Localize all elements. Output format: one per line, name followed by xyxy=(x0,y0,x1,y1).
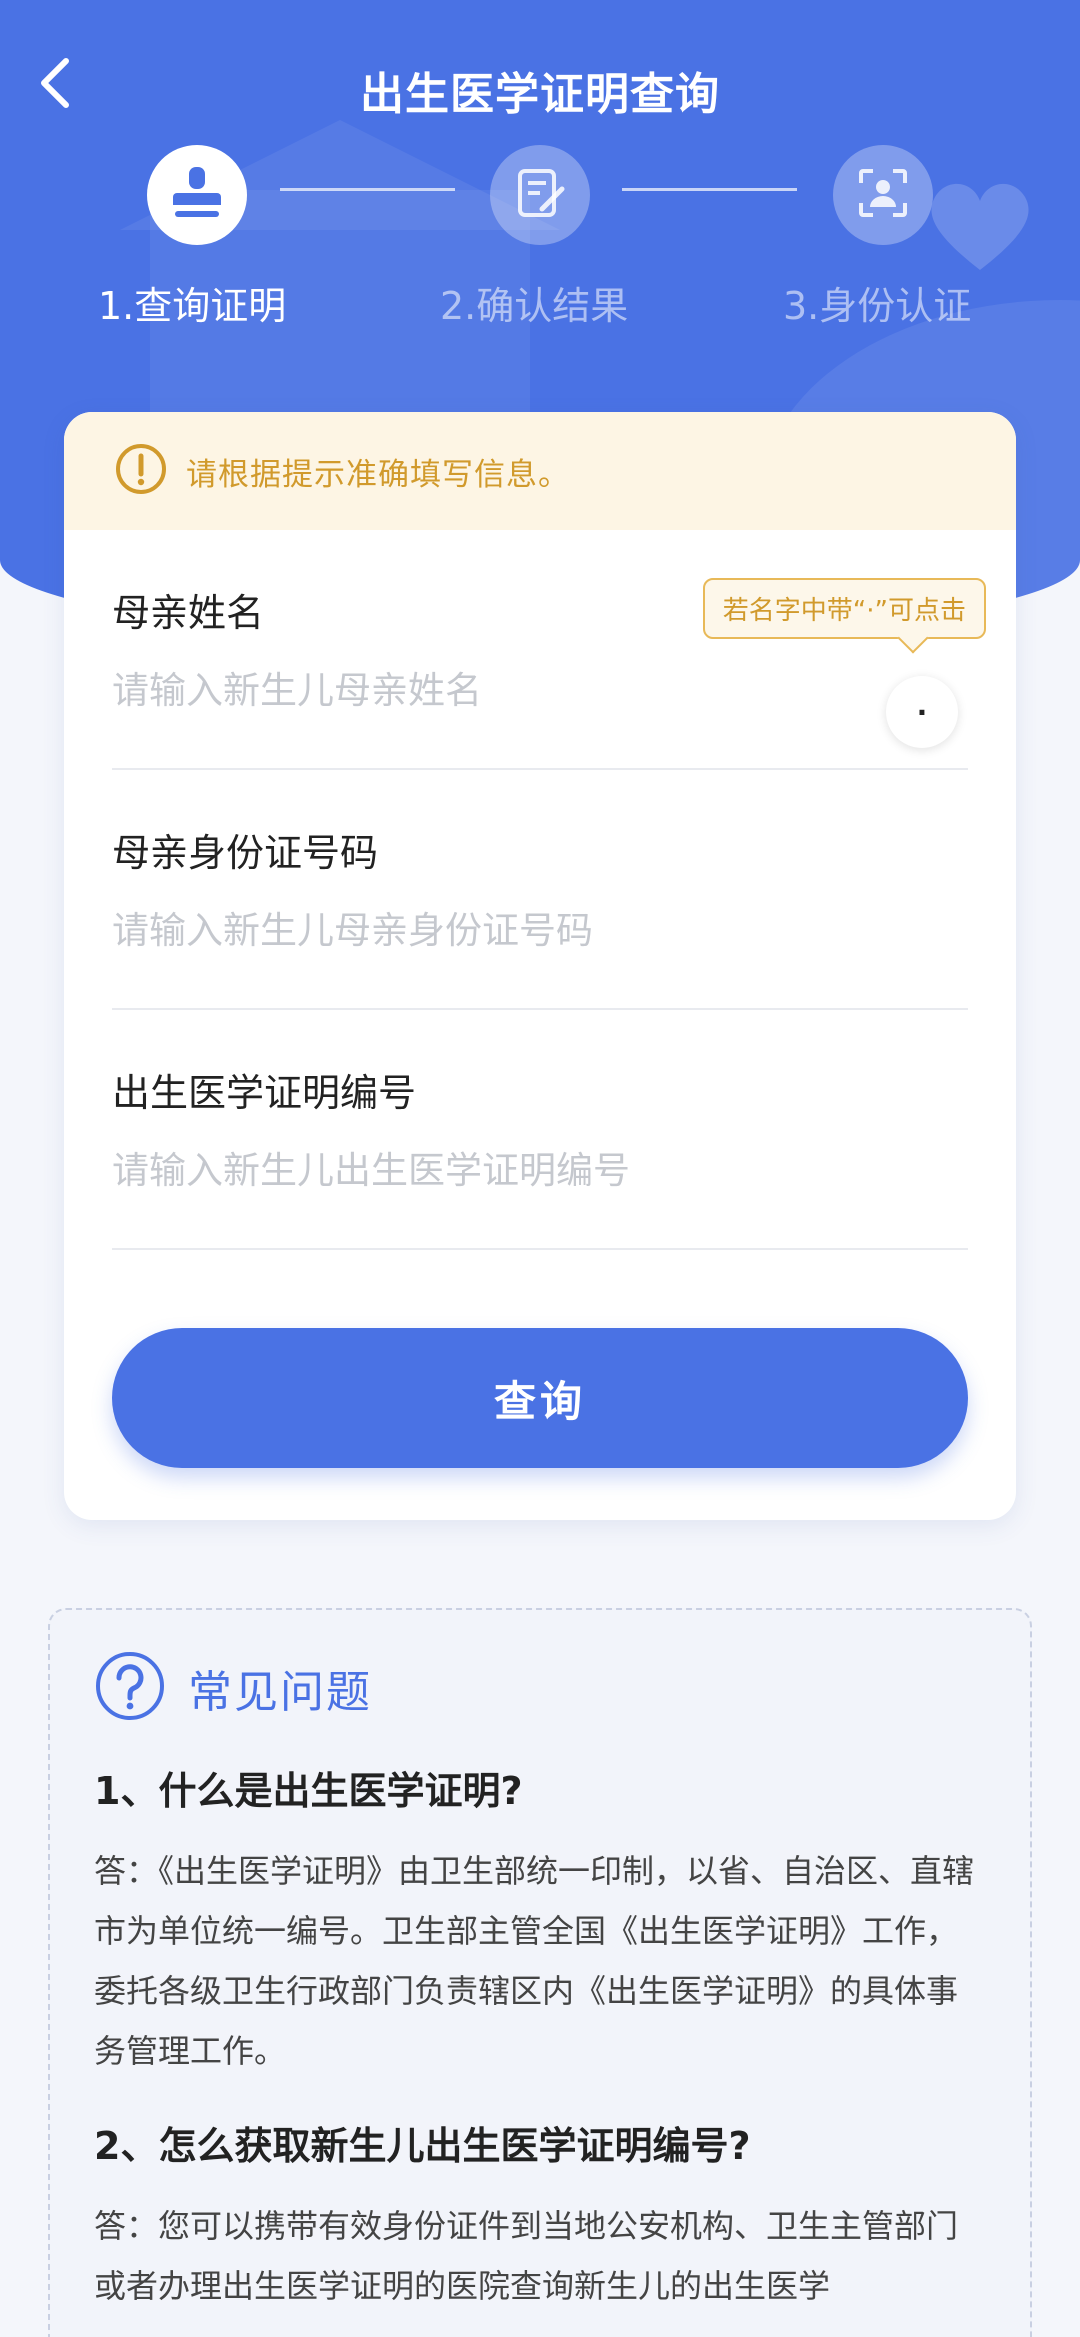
mother-name-input[interactable] xyxy=(112,660,792,720)
steps-indicator: 1.查询证明 2.确认结果 3.身份认证 xyxy=(0,145,1080,345)
step-connector-2 xyxy=(622,188,797,191)
step-3-circle xyxy=(833,145,933,245)
step-2-circle xyxy=(490,145,590,245)
step-2-label: 2.确认结果 xyxy=(440,284,629,328)
faq-answer: 答：您可以携带有效身份证件到当地公安机构、卫生主管部门或者办理出生医学证明的医院… xyxy=(94,2207,959,2305)
notice-text: 请根据提示准确填写信息。 xyxy=(186,456,570,493)
step-connector-1 xyxy=(280,188,455,191)
step-3-label: 3.身份认证 xyxy=(783,284,972,328)
faq-question: 1、什么是出生医学证明? xyxy=(94,1769,523,1813)
mother-id-label: 母亲身份证号码 xyxy=(112,831,379,875)
certificate-number-label: 出生医学证明编号 xyxy=(112,1071,417,1115)
mother-id-input[interactable] xyxy=(112,900,872,960)
notice-bar: 请根据提示准确填写信息。 xyxy=(64,412,1016,530)
mother-name-field: 母亲姓名 xyxy=(112,530,968,770)
stamp-icon xyxy=(167,163,227,227)
name-dot-tip: 若名字中带“·”可点击 xyxy=(702,578,986,639)
faq-card: 常见问题 1、什么是出生医学证明? 答：《出生医学证明》由卫生部统一印制，以省、… xyxy=(48,1608,1032,2337)
question-circle-icon xyxy=(94,1650,166,1726)
edit-document-icon xyxy=(512,165,568,225)
mother-id-field: 母亲身份证号码 xyxy=(112,770,968,1010)
query-button[interactable]: 查询 xyxy=(112,1328,968,1468)
step-1-circle xyxy=(147,145,247,245)
faq-question: 2、怎么获取新生儿出生医学证明编号? xyxy=(94,2124,751,2168)
faq-answer: 答：《出生医学证明》由卫生部统一印制，以省、自治区、直辖市为单位统一编号。卫生部… xyxy=(94,1852,975,2070)
step-1-label: 1.查询证明 xyxy=(98,284,287,328)
faq-header: 常见问题 xyxy=(94,1650,986,1726)
certificate-number-field: 出生医学证明编号 xyxy=(112,1010,968,1250)
exclamation-circle-icon xyxy=(114,442,168,500)
faq-title: 常见问题 xyxy=(188,1667,372,1718)
mother-name-label: 母亲姓名 xyxy=(112,591,265,635)
middle-dot-button[interactable]: · xyxy=(886,676,958,748)
query-form-card: 请根据提示准确填写信息。 母亲姓名 若名字中带“·”可点击 · 母亲身份证号码 … xyxy=(64,412,1016,1520)
certificate-number-input[interactable] xyxy=(112,1140,872,1200)
face-scan-icon xyxy=(855,165,911,225)
page-title: 出生医学证明查询 xyxy=(360,69,720,120)
